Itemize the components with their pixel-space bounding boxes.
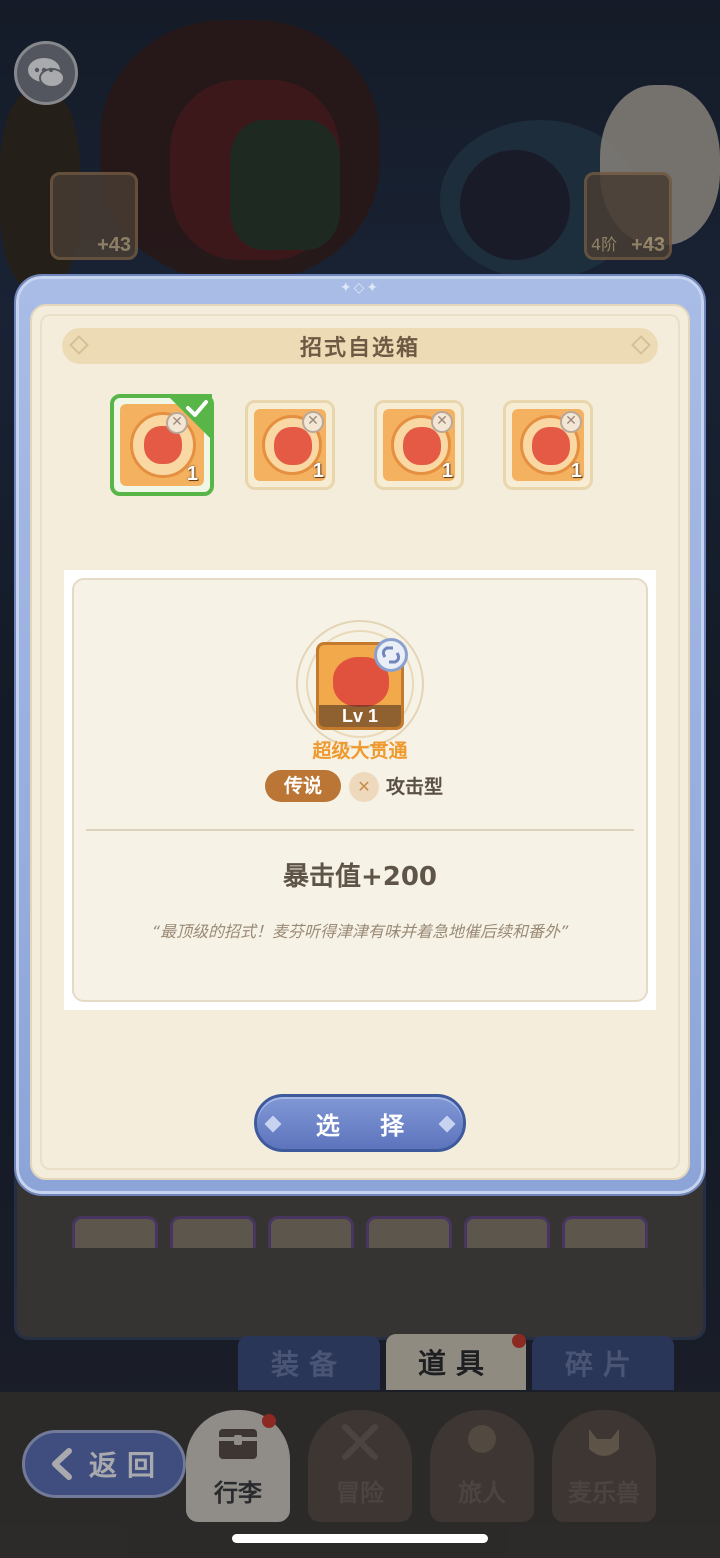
- title-ornament: [69, 335, 89, 355]
- attack-type-icon: ✕: [560, 411, 582, 433]
- title-ornament: [631, 335, 651, 355]
- modal-title-bar: 招式自选箱: [62, 328, 658, 364]
- modal-top-ornament: ✦◇✦: [339, 280, 381, 296]
- crossed-swords-icon: ✕: [349, 772, 379, 802]
- skill-stat: 暴击值+200: [282, 862, 438, 892]
- attack-type-icon: ✕: [431, 411, 453, 433]
- skill-type-label: 攻击型: [386, 776, 444, 798]
- button-ornament: [264, 1115, 282, 1133]
- skill-option-3[interactable]: ✕ 1: [374, 400, 464, 490]
- selected-check-icon: [166, 394, 212, 440]
- skill-flavor-text: “最顶级的招式！麦芬听得津津有味并着急地催后续和番外”: [151, 922, 569, 941]
- option-count: 1: [312, 460, 324, 482]
- skill-option-4[interactable]: ✕ 1: [503, 400, 593, 490]
- home-indicator[interactable]: [232, 1534, 488, 1543]
- select-button-label: 选 择: [315, 1111, 421, 1140]
- rarity-badge: 传说: [265, 770, 341, 802]
- select-button[interactable]: 选 择: [254, 1094, 466, 1152]
- option-count: 1: [570, 460, 582, 482]
- option-count: 1: [186, 463, 198, 485]
- skill-name: 超级大贯通: [312, 740, 408, 762]
- skill-option-2[interactable]: ✕ 1: [245, 400, 335, 490]
- link-icon: [374, 638, 408, 672]
- divider: [86, 829, 634, 831]
- attack-type-icon: ✕: [302, 411, 324, 433]
- skill-level: Lv 1: [319, 705, 401, 727]
- button-ornament: [438, 1115, 456, 1133]
- modal-title: 招式自选箱: [299, 336, 420, 361]
- option-count: 1: [441, 460, 453, 482]
